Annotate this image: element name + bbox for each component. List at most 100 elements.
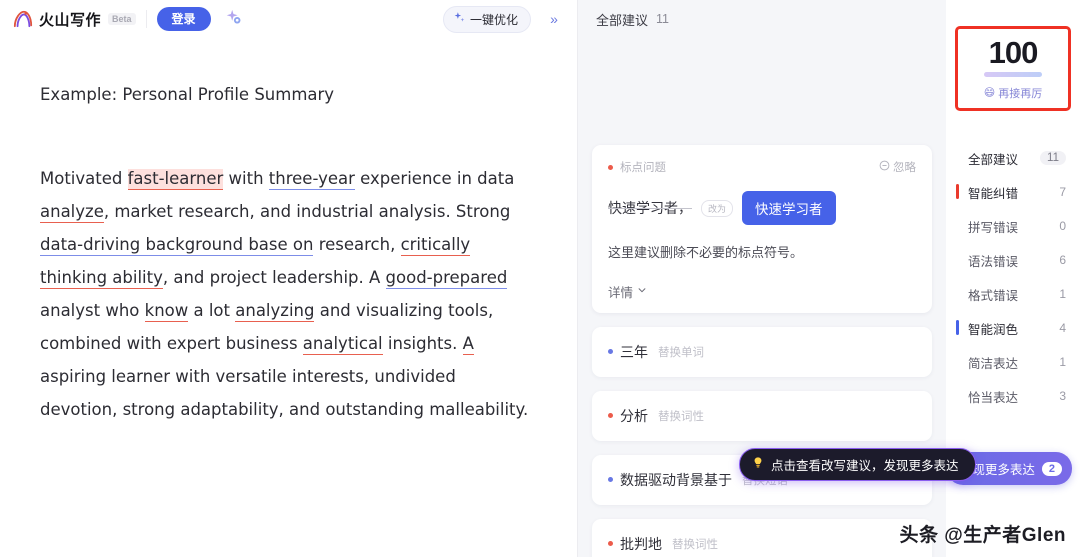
rewrite-hint-tooltip: 点击查看改写建议，发现更多表达 <box>739 448 976 481</box>
text-segment: a lot <box>188 301 236 321</box>
score-label-row: 😄 再接再厉 <box>984 85 1042 101</box>
suggestion-three-year[interactable]: three-year <box>268 169 355 191</box>
sidebar-item-format-errors[interactable]: 格式错误 1 <box>946 277 1080 311</box>
minus-circle-icon <box>879 160 890 174</box>
category-label: 拼写错误 <box>968 220 1019 235</box>
score-box: 100 😄 再接再厉 <box>955 26 1071 111</box>
brand: 火山写作 Beta <box>12 9 136 30</box>
category-list: 全部建议 11 智能纠错 7 拼写错误 0 语法错误 6 格式错误 1 智能润色… <box>946 141 1080 413</box>
suggestion-type-label: 标点问题 <box>620 162 666 174</box>
error-fast-learner[interactable]: fast-learner <box>127 169 224 191</box>
text-segment: experience in data <box>354 169 515 189</box>
apply-replacement-button[interactable]: 快速学习者 <box>742 191 836 225</box>
text-segment: aspiring learner with versatile interest… <box>40 367 529 420</box>
category-label: 恰当表达 <box>968 390 1019 405</box>
suggestion-row-word: 数据驱动背景基于 <box>620 471 732 488</box>
suggestion-data-driving[interactable]: data-driving background base on <box>40 235 314 257</box>
suggestion-row-word: 三年 <box>620 343 648 360</box>
error-dot-icon <box>608 541 613 547</box>
error-analyzing[interactable]: analyzing <box>235 301 315 323</box>
app-root: 火山写作 Beta 登录 一键优化 » Example: Personal Pr… <box>0 0 1080 557</box>
sidebar-item-appropriate-expression[interactable]: 恰当表达 3 <box>946 379 1080 413</box>
sidebar-item-smart-polish[interactable]: 智能润色 4 <box>946 311 1080 345</box>
category-label: 智能润色 <box>968 322 1019 337</box>
sidebar-item-all-suggestions[interactable]: 全部建议 11 <box>946 141 1080 175</box>
suggestion-header: 全部建议 11 <box>578 0 946 38</box>
category-count: 1 <box>1059 355 1066 369</box>
suggestion-replacement-row: 快速学习者， 改为 快速学习者 <box>608 191 916 225</box>
login-button[interactable]: 登录 <box>156 6 211 32</box>
category-label: 全部建议 <box>968 152 1019 167</box>
sidebar-item-grammar-errors[interactable]: 语法错误 6 <box>946 243 1080 277</box>
suggestion-description: 这里建议删除不必要的标点符号。 <box>608 245 804 260</box>
category-label: 语法错误 <box>968 254 1019 269</box>
category-label: 智能纠错 <box>968 186 1019 201</box>
category-count: 6 <box>1059 253 1066 267</box>
category-marker-blue <box>956 320 959 335</box>
suggestion-row-word: 分析 <box>620 407 648 424</box>
magic-sparkle-icon-button[interactable] <box>221 6 247 32</box>
suggestion-header-count: 11 <box>656 12 669 26</box>
replace-arrow-label: 改为 <box>701 199 734 217</box>
error-article-a[interactable]: A <box>462 334 474 356</box>
volcano-logo-icon <box>12 9 34 29</box>
sidebar-item-spelling-errors[interactable]: 拼写错误 0 <box>946 209 1080 243</box>
polish-dot-icon <box>608 477 613 483</box>
magic-sparkle-icon <box>224 8 244 31</box>
suggestion-card[interactable]: 标点问题 忽略 快速学习者， 改为 快速学习者 这里建议删除不必要的标点符号。 … <box>592 145 932 313</box>
error-analyze[interactable]: analyze <box>40 202 104 224</box>
document-body[interactable]: Motivated fast-learner with three-year e… <box>40 162 537 426</box>
suggestion-header-label: 全部建议 <box>596 12 649 28</box>
beta-badge: Beta <box>108 13 136 25</box>
sidebar-item-concise-expression[interactable]: 简洁表达 1 <box>946 345 1080 379</box>
ignore-button[interactable]: 忽略 <box>879 159 916 175</box>
suggestion-column: 全部建议 11 标点问题 忽略 快速学习者， 改为 快速学习者 这里建议删除不必… <box>578 0 976 557</box>
ignore-label: 忽略 <box>893 162 916 174</box>
sidebar-item-smart-correction[interactable]: 智能纠错 7 <box>946 175 1080 209</box>
text-segment: analyst who <box>40 301 145 321</box>
suggestion-row-word: 批判地 <box>620 535 662 552</box>
one-click-optimize-button[interactable]: 一键优化 <box>442 5 531 33</box>
score-underline-decoration <box>984 71 1042 77</box>
editor-column: 火山写作 Beta 登录 一键优化 » Example: Personal Pr… <box>0 0 578 557</box>
text-segment: , market research, and industrial analys… <box>103 202 511 222</box>
chevron-down-icon <box>637 284 647 298</box>
document-title: Example: Personal Profile Summary <box>40 85 335 104</box>
one-click-optimize-label: 一键优化 <box>469 12 518 27</box>
brand-name: 火山写作 <box>39 11 102 29</box>
collapse-panel-button[interactable]: » <box>541 6 567 32</box>
error-dot-icon <box>608 164 613 170</box>
suggestion-row[interactable]: 分析 替换词性 <box>592 390 932 441</box>
category-count: 0 <box>1059 219 1066 233</box>
category-marker-red <box>956 184 959 199</box>
suggestion-detail-label: 详情 <box>608 285 634 300</box>
text-segment: Motivated <box>40 169 128 189</box>
category-count: 7 <box>1059 185 1066 199</box>
error-know[interactable]: know <box>144 301 189 323</box>
discover-more-badge: 2 <box>1041 461 1062 476</box>
category-label: 简洁表达 <box>968 356 1019 371</box>
score-value: 100 <box>988 34 1039 70</box>
suggestion-card-header: 标点问题 忽略 <box>608 159 916 175</box>
polish-dot-icon <box>608 349 613 355</box>
category-count: 3 <box>1059 389 1066 403</box>
rewrite-hint-text: 点击查看改写建议，发现更多表达 <box>771 459 959 473</box>
suggestion-row[interactable]: 三年 替换单词 <box>592 326 932 377</box>
document-editor[interactable]: Example: Personal Profile Summary Motiva… <box>0 38 577 557</box>
error-analytical[interactable]: analytical <box>302 334 383 356</box>
toolbar-divider <box>145 10 147 28</box>
suggestion-detail-toggle[interactable]: 详情 <box>608 282 647 301</box>
category-count: 4 <box>1059 321 1066 335</box>
editor-toolbar: 火山写作 Beta 登录 一键优化 » <box>0 0 577 38</box>
text-segment: research, <box>313 235 401 255</box>
error-dot-icon <box>608 413 613 419</box>
sparkle-icon <box>453 11 466 27</box>
original-text: 快速学习者， <box>608 200 692 216</box>
suggestion-row[interactable]: 批判地 替换词性 <box>592 518 932 557</box>
suggestion-good-prepared[interactable]: good-prepared <box>385 268 508 290</box>
category-count: 11 <box>1040 151 1066 165</box>
double-chevron-right-icon: » <box>550 11 558 27</box>
text-segment: , and project leadership. A <box>162 268 386 288</box>
suggestion-row-tag: 替换词性 <box>672 538 718 551</box>
smiley-emoji-icon: 😄 <box>983 87 996 99</box>
